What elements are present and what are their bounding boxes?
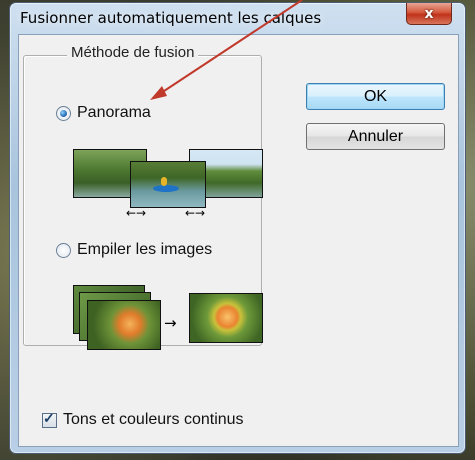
close-button[interactable]: x bbox=[406, 3, 452, 25]
radio-unchecked-icon[interactable] bbox=[56, 242, 71, 258]
kayaker-icon bbox=[161, 177, 167, 186]
radio-panorama-label: Panorama bbox=[77, 104, 151, 121]
radio-panorama[interactable]: Panorama bbox=[56, 104, 151, 122]
panorama-illustration: ←→ ←→ bbox=[73, 147, 263, 219]
continuous-tones-checkbox-row[interactable]: Tons et couleurs continus bbox=[42, 410, 244, 429]
fusion-method-legend: Méthode de fusion bbox=[67, 44, 199, 61]
ok-button[interactable]: OK bbox=[306, 83, 445, 110]
radio-checked-icon[interactable] bbox=[56, 105, 71, 121]
title-bar[interactable]: Fusionner automatiquement les calques x bbox=[10, 3, 465, 31]
stack-illustration: → bbox=[73, 285, 263, 351]
double-arrow-icon: ←→ bbox=[185, 206, 206, 220]
radio-stack-images[interactable]: Empiler les images bbox=[56, 241, 212, 259]
dialog-title: Fusionner automatiquement les calques bbox=[20, 9, 322, 27]
continuous-tones-label: Tons et couleurs continus bbox=[63, 411, 244, 428]
stack-photo-front bbox=[87, 300, 161, 350]
arrow-right-icon: → bbox=[164, 314, 177, 332]
stack-result-photo bbox=[189, 293, 263, 343]
double-arrow-icon: ←→ bbox=[126, 206, 147, 220]
kayak-icon bbox=[153, 185, 179, 192]
radio-stack-label: Empiler les images bbox=[77, 241, 213, 258]
cancel-button[interactable]: Annuler bbox=[306, 123, 445, 150]
panorama-photo-center bbox=[130, 161, 206, 208]
close-icon: x bbox=[424, 5, 434, 22]
checkbox-checked-icon[interactable] bbox=[42, 410, 57, 428]
